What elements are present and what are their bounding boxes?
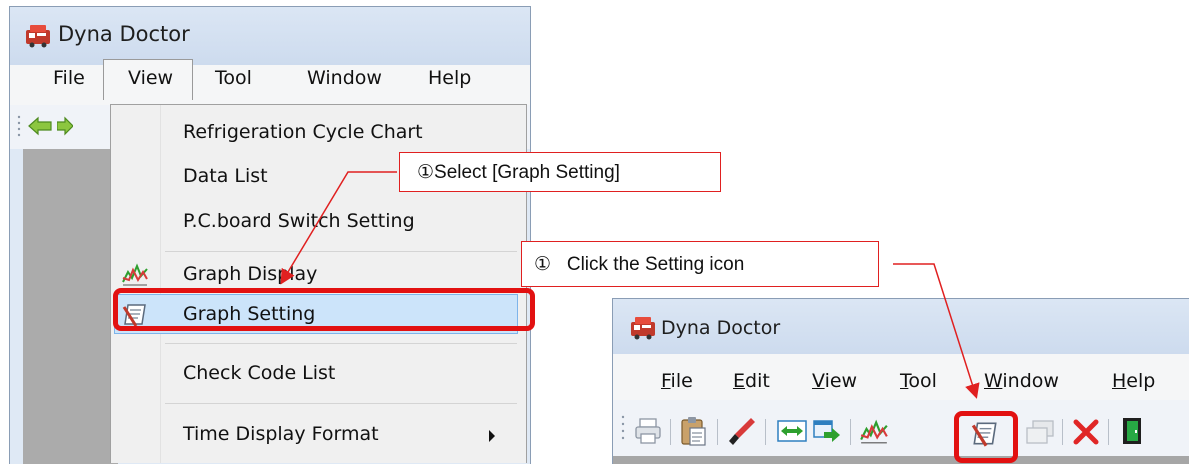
callout-click-setting-icon: ① Click the Setting icon	[521, 241, 879, 287]
callout-arrow-select	[280, 171, 397, 285]
annotation-arrows	[280, 171, 980, 399]
callout-select-graph-setting: ①Select [Graph Setting]	[399, 152, 721, 192]
callout-arrow-click	[893, 263, 980, 399]
